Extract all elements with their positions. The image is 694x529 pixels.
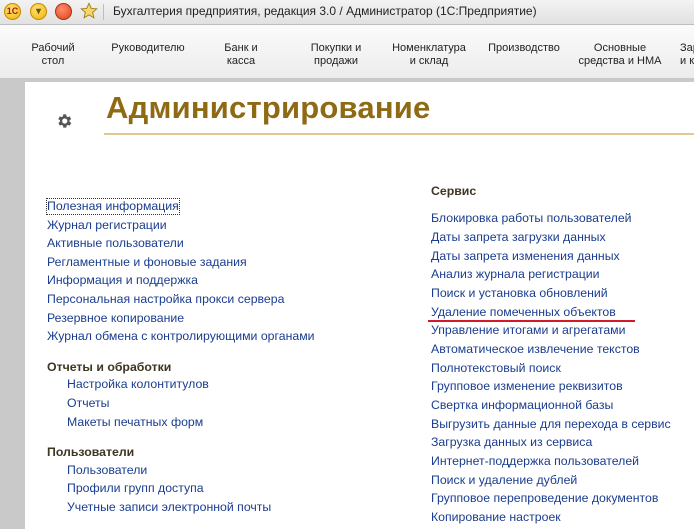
link-info-support[interactable]: Информация и поддержка [47, 273, 198, 288]
gear-icon[interactable] [55, 112, 73, 130]
section-label: Покупки и [310, 42, 362, 54]
section-label: Основные [593, 42, 647, 54]
window-title: Бухгалтерия предприятия, редакция 3.0 / … [113, 4, 537, 18]
link-email-accounts[interactable]: Учетные записи электронной почты [67, 500, 271, 515]
link-reports[interactable]: Отчеты [67, 396, 110, 411]
section-purchases-sales[interactable]: Покупки и продажи [297, 42, 375, 68]
page-title: Администрирование [106, 90, 431, 125]
link-backup[interactable]: Резервное копирование [47, 311, 184, 326]
link-group-reposting[interactable]: Групповое перепроведение документов [431, 491, 658, 506]
link-internet-support[interactable]: Интернет-поддержка пользователей [431, 454, 639, 469]
link-load-prohibition-dates[interactable]: Даты запрета загрузки данных [431, 230, 606, 245]
section-label: Банк и [224, 42, 258, 54]
link-updates[interactable]: Поиск и установка обновлений [431, 286, 608, 301]
section-label: и к [680, 55, 694, 67]
link-import-from-service[interactable]: Загрузка данных из сервиса [431, 435, 592, 450]
link-totals-aggregates[interactable]: Управление итогами и агрегатами [431, 323, 626, 338]
group-users-heading: Пользователи [47, 445, 135, 459]
content-area: Администрирование Полезная информация Жу… [25, 82, 694, 529]
link-export-to-service[interactable]: Выгрузить данные для перехода в сервис [431, 417, 671, 432]
link-delete-marked-objects[interactable]: Удаление помеченных объектов [431, 305, 616, 320]
section-label: Производство [488, 42, 560, 54]
link-lock-users[interactable]: Блокировка работы пользователей [431, 211, 632, 226]
stop-icon[interactable] [55, 3, 72, 20]
section-label: продажи [314, 55, 358, 67]
section-manager[interactable]: Руководителю [106, 42, 190, 55]
section-label: Зар [680, 42, 694, 54]
group-service-heading: Сервис [431, 184, 477, 198]
section-label: Руководителю [111, 42, 185, 54]
section-production[interactable]: Производство [483, 42, 565, 55]
section-desktop[interactable]: Рабочий стол [22, 42, 84, 68]
section-label: касса [226, 55, 256, 67]
link-full-text-search[interactable]: Полнотекстовый поиск [431, 361, 561, 376]
title-underline [104, 133, 694, 135]
section-nomenclature[interactable]: Номенклатура и склад [387, 42, 471, 68]
favorites-star-icon[interactable] [80, 2, 98, 20]
link-header-footer[interactable]: Настройка колонтитулов [67, 377, 209, 392]
link-duplicates[interactable]: Поиск и удаление дублей [431, 473, 577, 488]
link-event-log-analysis[interactable]: Анализ журнала регистрации [431, 267, 599, 282]
section-fixed-assets[interactable]: Основные средства и НМА [574, 42, 666, 68]
title-separator [103, 4, 104, 20]
section-label: Рабочий [31, 42, 75, 54]
link-copy-settings[interactable]: Копирование настроек [431, 510, 561, 525]
section-bank[interactable]: Банк и касса [210, 42, 272, 68]
link-scheduled-jobs[interactable]: Регламентные и фоновые задания [47, 255, 247, 270]
group-reports-heading: Отчеты и обработки [47, 360, 172, 374]
section-label: Номенклатура [392, 42, 466, 54]
section-label: средства и НМА [578, 55, 662, 67]
section-salary[interactable]: Зар и к [680, 42, 694, 68]
link-proxy-settings[interactable]: Персональная настройка прокси сервера [47, 292, 284, 307]
link-infobase-rollup[interactable]: Свертка информационной базы [431, 398, 613, 413]
link-useful-info[interactable]: Полезная информация [46, 198, 180, 215]
section-label: стол [41, 55, 65, 67]
link-text-extraction[interactable]: Автоматическое извлечение текстов [431, 342, 640, 357]
main-menu-button[interactable]: ▾ [30, 3, 47, 20]
link-change-prohibition-dates[interactable]: Даты запрета изменения данных [431, 249, 620, 264]
link-group-attribute-change[interactable]: Групповое изменение реквизитов [431, 379, 623, 394]
link-event-log[interactable]: Журнал регистрации [47, 218, 167, 233]
window-title-bar: 1С ▾ Бухгалтерия предприятия, редакция 3… [0, 0, 694, 25]
app-logo-icon[interactable]: 1С [4, 3, 21, 20]
link-active-users[interactable]: Активные пользователи [47, 236, 184, 251]
link-exchange-log[interactable]: Журнал обмена с контролирующими органами [47, 329, 315, 344]
sections-panel: Рабочий стол Руководителю Банк и касса П… [0, 25, 694, 79]
link-print-layouts[interactable]: Макеты печатных форм [67, 415, 203, 430]
highlight-underline [428, 320, 635, 322]
link-users[interactable]: Пользователи [67, 463, 147, 478]
link-access-profiles[interactable]: Профили групп доступа [67, 481, 204, 496]
section-label: и склад [409, 55, 449, 67]
